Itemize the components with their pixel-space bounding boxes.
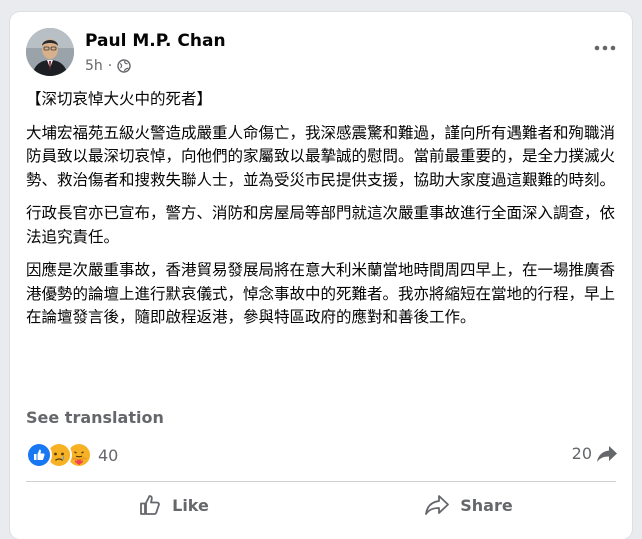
- like-icon: [26, 442, 52, 468]
- post-paragraph-3: 因應是次嚴重事故，香港貿易發展局將在意大利米蘭當地時間周四早上，在一場推廣香港優…: [26, 261, 616, 326]
- share-button[interactable]: Share: [321, 486, 616, 524]
- profile-photo: [26, 28, 74, 76]
- see-translation-link[interactable]: See translation: [26, 408, 164, 427]
- share-count-value: 20: [571, 444, 592, 463]
- more-options-icon[interactable]: [592, 40, 618, 54]
- share-arrow-icon: [597, 445, 617, 462]
- post-paragraph-2: 行政長官亦已宣布，警方、消防和房屋局等部門就這次嚴重事故進行全面深入調查，依法追…: [26, 204, 616, 246]
- post-title: 【深切哀悼大火中的死者】: [26, 90, 213, 108]
- post-time[interactable]: 5h: [85, 58, 103, 74]
- reaction-count: 40: [98, 445, 119, 465]
- thumbs-up-icon: [140, 495, 160, 515]
- share-icon: [425, 495, 450, 515]
- globe-icon[interactable]: [117, 59, 131, 73]
- author-name[interactable]: Paul M.P. Chan: [85, 31, 226, 51]
- post-body: 【深切哀悼大火中的死者】 大埔宏福苑五級火警造成嚴重人命傷亡，我深感震驚和難過，…: [26, 88, 618, 340]
- share-count[interactable]: 20: [572, 444, 618, 463]
- meta-separator: ·: [107, 58, 113, 74]
- action-divider: [26, 481, 616, 482]
- reactions-summary[interactable]: 40: [26, 442, 118, 468]
- avatar[interactable]: [26, 28, 74, 76]
- post-paragraph-1: 大埔宏福苑五級火警造成嚴重人命傷亡，我深感震驚和難過，謹向所有遇難者和殉職消防員…: [26, 123, 616, 189]
- like-label: Like: [172, 495, 209, 515]
- share-label: Share: [460, 495, 513, 515]
- post-card: Paul M.P. Chan 5h · 【深切哀悼大火中的死者】 大埔宏福苑五級…: [10, 12, 632, 539]
- post-meta: 5h ·: [85, 58, 131, 74]
- like-button[interactable]: Like: [26, 486, 321, 524]
